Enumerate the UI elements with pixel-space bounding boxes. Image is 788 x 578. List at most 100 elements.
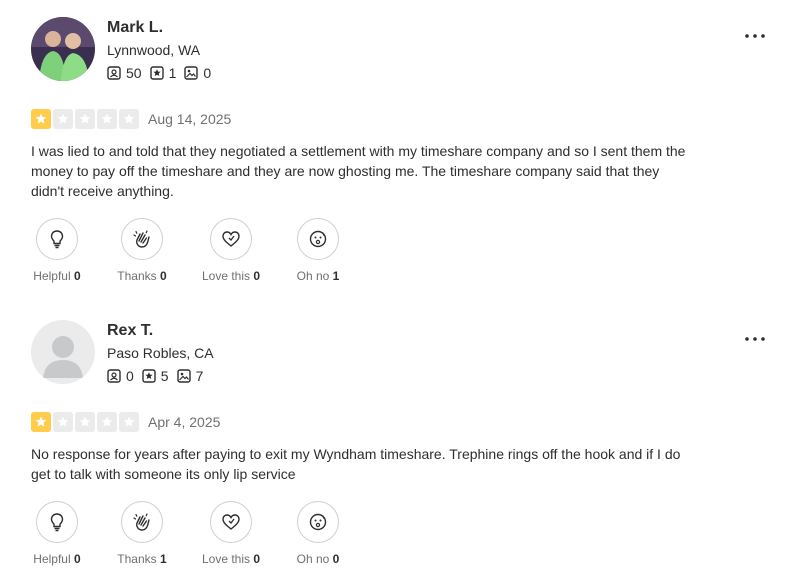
- lightbulb-icon: [50, 513, 64, 532]
- oh-no-label: Oh no 1: [297, 269, 340, 283]
- more-options-button[interactable]: [743, 330, 767, 348]
- thanks-label: Thanks 1: [117, 552, 166, 566]
- reaction-love: Love this 0: [198, 218, 264, 283]
- reaction-count: 1: [160, 552, 167, 566]
- star-empty: [75, 109, 95, 129]
- avatar[interactable]: [31, 320, 95, 384]
- review-date: Apr 4, 2025: [148, 414, 221, 430]
- star-empty: [75, 412, 95, 432]
- heart-icon: [222, 231, 240, 247]
- star-icon: [35, 416, 47, 427]
- star-filled: [31, 109, 51, 129]
- friends-count: 5: [160, 368, 169, 384]
- reaction-count: 0: [332, 552, 340, 566]
- photos-count: 7: [195, 368, 204, 384]
- helpful-button[interactable]: [36, 501, 78, 543]
- star-empty: [53, 412, 73, 432]
- heart-icon: [222, 514, 240, 530]
- star-icon: [123, 113, 135, 124]
- thanks-button[interactable]: [121, 501, 163, 543]
- star-empty: [97, 109, 117, 129]
- sad-face-icon: [309, 230, 327, 248]
- reviewer-location: Paso Robles, CA: [107, 345, 214, 361]
- helpful-button[interactable]: [36, 218, 78, 260]
- reviewer-location: Lynnwood, WA: [107, 42, 201, 58]
- oh-no-button[interactable]: [297, 501, 339, 543]
- reaction-count: 0: [253, 269, 261, 283]
- more-options-button[interactable]: [743, 27, 767, 45]
- reaction-thanks: Thanks 1: [114, 501, 170, 566]
- photo-count-icon: [176, 369, 191, 383]
- star-icon: [79, 113, 91, 124]
- reaction-count: 0: [74, 552, 81, 566]
- stat-photos: 7: [176, 368, 204, 384]
- reaction-count: 0: [160, 269, 167, 283]
- reviews-count: 0: [126, 368, 134, 384]
- star-icon: [101, 416, 113, 427]
- stat-friends: 5: [142, 368, 169, 384]
- lightbulb-icon: [50, 230, 64, 249]
- reviewer-name[interactable]: Mark L.: [107, 19, 163, 37]
- stat-reviews: 0: [107, 368, 134, 384]
- review-card: Mark L. Lynnwood, WA 50 1 0 Aug 14, 2025…: [31, 17, 771, 287]
- oh-no-button[interactable]: [297, 218, 339, 260]
- love-this-button[interactable]: [210, 218, 252, 260]
- clapping-hands-icon: [133, 513, 150, 531]
- review-text: I was lied to and told that they negotia…: [31, 143, 686, 199]
- star-icon: [35, 113, 47, 124]
- photos-count: 0: [203, 65, 212, 81]
- love-this-label: Love this 0: [202, 552, 260, 566]
- reviewer-name[interactable]: Rex T.: [107, 322, 153, 340]
- star-empty: [119, 109, 139, 129]
- reaction-label: Love this: [201, 552, 250, 566]
- reaction-label: Helpful: [33, 552, 71, 566]
- oh-no-label: Oh no 0: [297, 552, 340, 566]
- star-icon: [123, 416, 135, 427]
- star-rating: Apr 4, 2025: [31, 412, 220, 432]
- reaction-thanks: Thanks 0: [114, 218, 170, 283]
- review-card: Rex T. Paso Robles, CA 0 5 7 Apr 4, 2025…: [31, 320, 771, 578]
- star-rating: Aug 14, 2025: [31, 109, 231, 129]
- reaction-helpful: Helpful 0: [31, 501, 83, 566]
- review-text: No response for years after paying to ex…: [31, 446, 681, 482]
- stat-reviews: 50: [107, 65, 142, 81]
- star-icon: [57, 416, 69, 427]
- friends-count: 1: [168, 65, 177, 81]
- reaction-label: Helpful: [33, 269, 71, 283]
- reaction-label: Oh no: [296, 269, 330, 283]
- star-count-icon: [149, 66, 164, 80]
- avatar[interactable]: [31, 17, 95, 81]
- ellipsis-icon: [745, 337, 765, 341]
- reviewer-stats: 0 5 7: [107, 368, 211, 384]
- review-count-icon: [107, 369, 121, 383]
- star-count-icon: [142, 369, 156, 383]
- star-icon: [57, 113, 69, 124]
- reaction-label: Love this: [201, 269, 250, 283]
- reaction-count: 0: [74, 269, 81, 283]
- reaction-oh-no: Oh no 1: [293, 218, 343, 283]
- reaction-count: 1: [332, 269, 340, 283]
- thanks-label: Thanks 0: [117, 269, 166, 283]
- reaction-helpful: Helpful 0: [31, 218, 83, 283]
- review-count-icon: [107, 66, 121, 80]
- helpful-label: Helpful 0: [33, 269, 80, 283]
- review-date: Aug 14, 2025: [148, 111, 232, 127]
- reaction-count: 0: [253, 552, 261, 566]
- ellipsis-icon: [745, 34, 765, 38]
- love-this-button[interactable]: [210, 501, 252, 543]
- reaction-label: Oh no: [296, 552, 330, 566]
- helpful-label: Helpful 0: [33, 552, 80, 566]
- reaction-love: Love this 0: [198, 501, 264, 566]
- thanks-button[interactable]: [121, 218, 163, 260]
- star-empty: [119, 412, 139, 432]
- love-this-label: Love this 0: [202, 269, 260, 283]
- stat-photos: 0: [184, 65, 211, 81]
- clapping-hands-icon: [133, 230, 150, 248]
- star-icon: [101, 113, 113, 124]
- star-icon: [79, 416, 91, 427]
- star-empty: [97, 412, 117, 432]
- photo-count-icon: [184, 66, 199, 80]
- reaction-label: Thanks: [117, 552, 157, 566]
- reaction-label: Thanks: [117, 269, 157, 283]
- reviews-count: 50: [126, 65, 142, 81]
